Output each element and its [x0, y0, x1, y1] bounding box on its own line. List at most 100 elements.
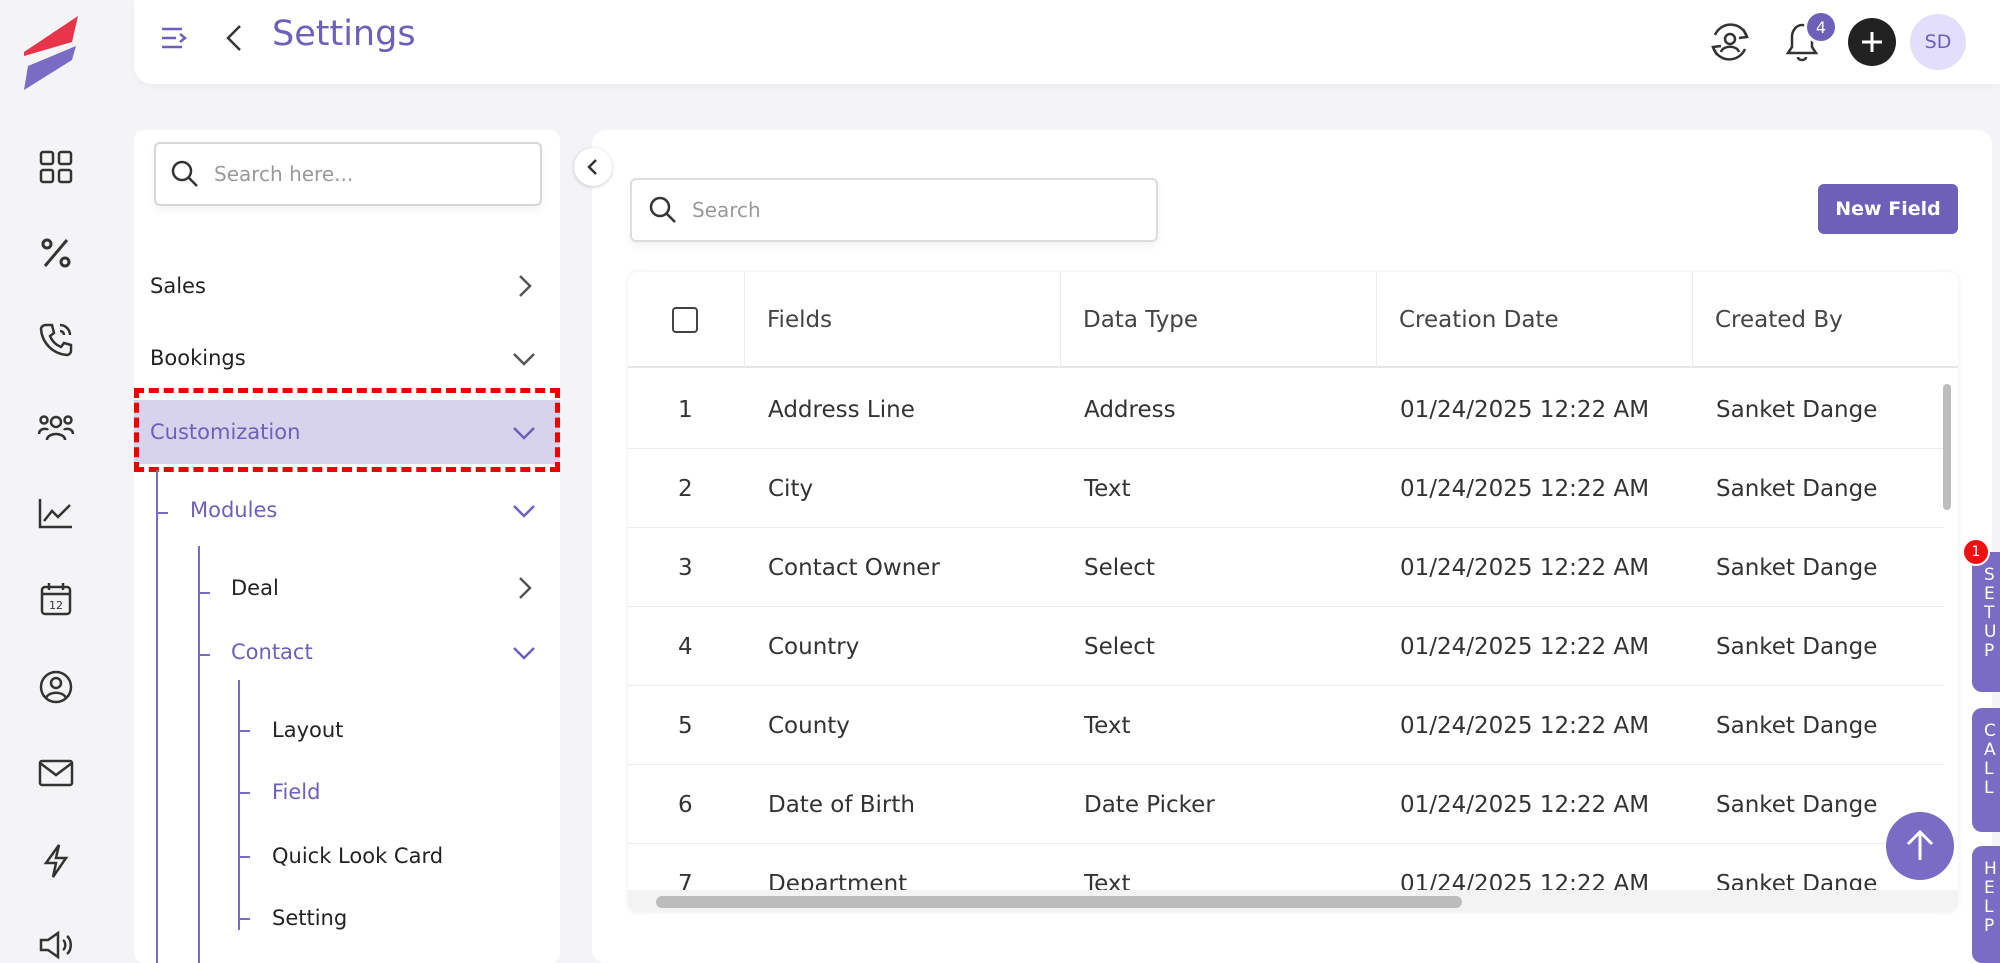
created-by: Sanket Dange: [1716, 791, 1878, 818]
field-data-type: Date Picker: [1084, 791, 1215, 818]
left-icon-rail: 12: [0, 0, 110, 963]
nav-item-bookings[interactable]: Bookings: [134, 328, 560, 388]
column-header-creation-date[interactable]: Creation Date: [1376, 272, 1692, 368]
add-button-wrap: [1844, 14, 1900, 70]
call-side-tab[interactable]: C A L L: [1972, 708, 2000, 832]
nav-item-field[interactable]: Field: [134, 762, 560, 822]
user-circle-icon[interactable]: [33, 664, 79, 710]
column-header-created-by[interactable]: Created By: [1692, 272, 1958, 368]
nav-item-setting[interactable]: Setting: [134, 888, 560, 948]
settings-nav-panel: Search here... Sales Bookings Customizat…: [134, 130, 560, 963]
creation-date: 01/24/2025 12:22 AM: [1400, 791, 1650, 818]
phone-icon[interactable]: [33, 316, 79, 362]
nav-item-quick-look-card[interactable]: Quick Look Card: [134, 826, 560, 886]
chevron-right-icon: [519, 577, 532, 599]
chart-line-icon[interactable]: [33, 490, 79, 536]
field-name: Address Line: [768, 396, 915, 423]
field-name: City: [768, 475, 814, 502]
megaphone-icon[interactable]: [33, 922, 79, 963]
horizontal-scrollbar[interactable]: [628, 890, 1958, 912]
nav-label-layout: Layout: [272, 718, 344, 742]
add-plus-button[interactable]: [1848, 18, 1896, 66]
field-data-type: Text: [1084, 475, 1131, 502]
dashboard-icon[interactable]: [33, 144, 79, 190]
select-all-checkbox[interactable]: [672, 307, 698, 333]
collapse-panel-button[interactable]: [574, 148, 612, 186]
table-header: Fields Data Type Creation Date Created B…: [628, 272, 1958, 368]
field-data-type: Text: [1084, 712, 1131, 739]
setup-side-tab[interactable]: S E T U P: [1972, 552, 2000, 692]
row-number: 1: [678, 396, 693, 423]
table-row[interactable]: 6 Date of Birth Date Picker 01/24/2025 1…: [628, 765, 1944, 844]
row-number: 3: [678, 554, 693, 581]
contacts-group-icon[interactable]: [33, 404, 79, 450]
new-field-button[interactable]: New Field: [1818, 184, 1958, 234]
dashed-highlight-box: [134, 388, 560, 472]
field-name: Country: [768, 633, 860, 660]
help-side-tab[interactable]: H E L P: [1972, 846, 2000, 963]
column-header-data-type[interactable]: Data Type: [1060, 272, 1376, 368]
chevron-down-icon: [513, 353, 535, 366]
nav-label-field: Field: [272, 780, 321, 804]
row-number: 2: [678, 475, 693, 502]
field-name: County: [768, 712, 850, 739]
nav-label-modules: Modules: [190, 498, 278, 522]
fields-search-placeholder: Search: [692, 198, 761, 222]
nav-label-deal: Deal: [231, 576, 279, 600]
nav-item-modules[interactable]: Modules: [134, 480, 560, 540]
nav-label-bookings: Bookings: [150, 346, 246, 370]
field-data-type: Select: [1084, 633, 1155, 660]
creation-date: 01/24/2025 12:22 AM: [1400, 475, 1650, 502]
column-header-fields[interactable]: Fields: [744, 272, 1060, 368]
notifications-bell-icon[interactable]: 4: [1774, 10, 1838, 70]
nav-label-sales: Sales: [150, 274, 206, 298]
mail-icon[interactable]: [33, 750, 79, 796]
nav-item-deal[interactable]: Deal: [134, 558, 560, 618]
vertical-scroll-thumb[interactable]: [1943, 384, 1951, 510]
table-row[interactable]: 1 Address Line Address 01/24/2025 12:22 …: [628, 370, 1944, 449]
vertical-scrollbar[interactable]: [1940, 370, 1954, 890]
nav-label-contact: Contact: [231, 640, 313, 664]
back-arrow-icon[interactable]: [220, 22, 252, 54]
calendar-icon[interactable]: 12: [33, 576, 79, 622]
brand-logo[interactable]: [18, 12, 82, 92]
table-row[interactable]: 4 Country Select 01/24/2025 12:22 AM San…: [628, 607, 1944, 686]
chevron-down-icon: [513, 647, 535, 660]
chevron-down-icon: [513, 505, 535, 518]
creation-date: 01/24/2025 12:22 AM: [1400, 712, 1650, 739]
percent-icon[interactable]: [33, 230, 79, 276]
nav-item-sales[interactable]: Sales: [134, 256, 560, 316]
nav-search-input[interactable]: Search here...: [154, 142, 542, 206]
scroll-to-top-button[interactable]: [1886, 812, 1954, 880]
setup-tab-badge: 1: [1962, 538, 1990, 566]
horizontal-scroll-thumb[interactable]: [656, 896, 1462, 908]
main-panel: Search New Field Fields Data Type Creati…: [592, 130, 1992, 963]
avatar-wrap: SD: [1910, 14, 1966, 70]
nav-label-setting: Setting: [272, 906, 348, 930]
search-icon: [649, 196, 676, 223]
fields-search-input[interactable]: Search: [630, 178, 1158, 242]
table-row[interactable]: 3 Contact Owner Select 01/24/2025 12:22 …: [628, 528, 1944, 607]
table-row[interactable]: 2 City Text 01/24/2025 12:22 AM Sanket D…: [628, 449, 1944, 528]
row-number: 5: [678, 712, 693, 739]
menu-toggle-icon[interactable]: [158, 22, 190, 54]
chevron-right-icon: [519, 275, 532, 297]
created-by: Sanket Dange: [1716, 475, 1878, 502]
page-title: Settings: [272, 14, 416, 54]
lightning-icon[interactable]: [33, 838, 79, 884]
user-avatar[interactable]: SD: [1910, 14, 1966, 70]
nav-item-contact[interactable]: Contact: [134, 622, 560, 682]
creation-date: 01/24/2025 12:22 AM: [1400, 554, 1650, 581]
search-icon: [171, 160, 198, 187]
nav-item-layout[interactable]: Layout: [134, 700, 560, 760]
notification-count-badge: 4: [1804, 10, 1838, 44]
created-by: Sanket Dange: [1716, 712, 1878, 739]
fields-table: Fields Data Type Creation Date Created B…: [628, 272, 1958, 912]
row-number: 4: [678, 633, 693, 660]
top-bar: Settings 4 SD: [134, 0, 2000, 84]
field-name: Contact Owner: [768, 554, 940, 581]
created-by: Sanket Dange: [1716, 396, 1878, 423]
field-name: Date of Birth: [768, 791, 915, 818]
user-sync-icon[interactable]: [1702, 14, 1758, 70]
table-row[interactable]: 5 County Text 01/24/2025 12:22 AM Sanket…: [628, 686, 1944, 765]
